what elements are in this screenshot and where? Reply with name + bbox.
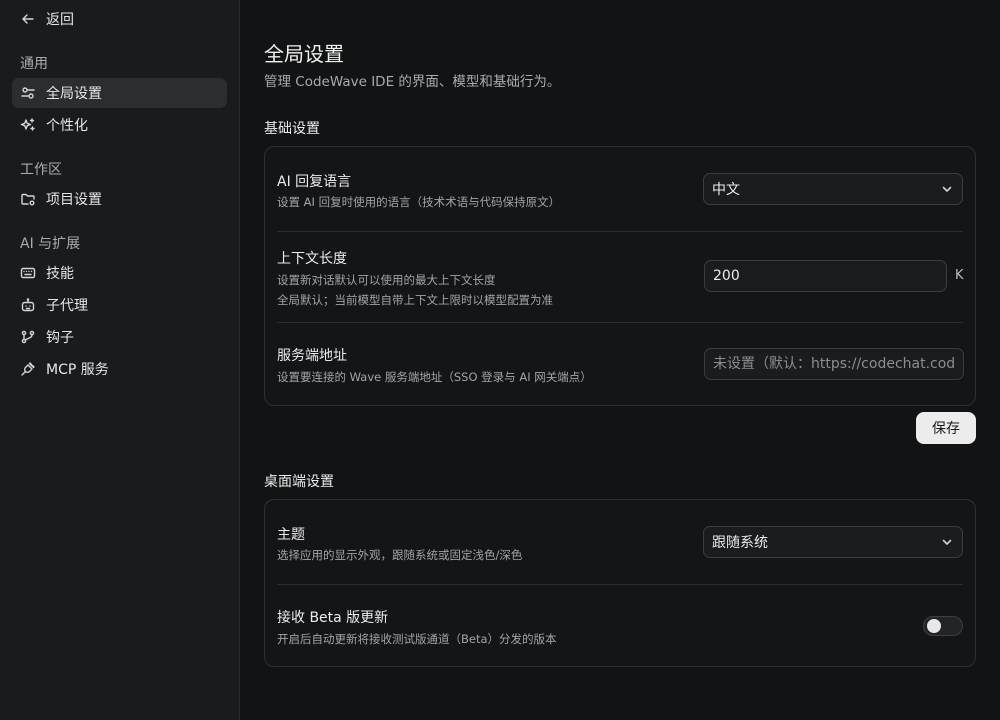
sliders-icon [20,85,36,101]
language-select[interactable]: 中文 [703,173,963,205]
folder-settings-icon [20,191,36,207]
server-address-title: 服务端地址 [277,348,347,364]
language-desc: 设置 AI 回复时使用的语言（技术术语与代码保持原文） [277,195,561,209]
theme-desc: 选择应用的显示外观，跟随系统或固定浅色/深色 [277,548,523,562]
sidebar-item-global-settings[interactable]: 全局设置 [12,78,227,108]
keyboard-icon [20,265,36,281]
context-length-desc: 设置新对话默认可以使用的最大上下文长度 [277,273,496,287]
sidebar-item-label: 技能 [46,266,74,282]
arrow-left-icon [20,11,36,27]
sidebar-item-subagents[interactable]: 子代理 [12,290,227,320]
group-label-general: 通用 [20,56,48,72]
chevron-down-icon [940,182,954,200]
sidebar-item-personalization[interactable]: 个性化 [12,110,227,140]
group-label-ai-extensions: AI 与扩展 [20,236,81,252]
sidebar-item-label: 钩子 [46,330,74,346]
sidebar-item-label: 全局设置 [46,86,102,102]
server-address-row: 服务端地址 设置要连接的 Wave 服务端地址（SSO 登录与 AI 网关端点） [277,322,964,406]
back-label: 返回 [46,12,74,28]
theme-title: 主题 [277,527,305,543]
context-length-title: 上下文长度 [277,251,347,267]
save-button[interactable]: 保存 [916,412,976,444]
beta-updates-title: 接收 Beta 版更新 [277,610,389,626]
sparkles-icon [20,117,36,133]
sidebar-item-skills[interactable]: 技能 [12,258,227,288]
sidebar-item-label: 个性化 [46,118,88,134]
sidebar-item-project-settings[interactable]: 项目设置 [12,184,227,214]
back-button[interactable]: 返回 [20,8,74,30]
sidebar-item-mcp-services[interactable]: MCP 服务 [12,354,227,384]
toggle-knob [927,619,941,633]
theme-select-value: 跟随系统 [712,535,768,551]
page-subtitle: 管理 CodeWave IDE 的界面、模型和基础行为。 [264,74,561,90]
sidebar: 返回 通用 全局设置 个性化 工作区 项目设置 AI 与扩展 技能 子代理 钩子… [0,0,240,720]
context-length-input[interactable] [704,260,947,292]
language-select-value: 中文 [712,182,740,198]
server-address-input[interactable] [704,348,964,380]
beta-updates-toggle[interactable] [923,616,963,636]
basic-settings-card: AI 回复语言 设置 AI 回复时使用的语言（技术术语与代码保持原文） 中文 上… [264,146,976,406]
sidebar-item-label: 子代理 [46,298,88,314]
context-length-unit: K [955,268,964,283]
plug-icon [20,361,36,377]
sidebar-item-label: 项目设置 [46,192,102,208]
beta-updates-desc: 开启后自动更新将接收测试版通道（Beta）分发的版本 [277,632,557,646]
section-title-basic: 基础设置 [264,121,320,137]
desktop-settings-card: 主题 选择应用的显示外观，跟随系统或固定浅色/深色 跟随系统 接收 Beta 版… [264,499,976,667]
beta-updates-row: 接收 Beta 版更新 开启后自动更新将接收测试版通道（Beta）分发的版本 [277,584,963,668]
section-title-desktop: 桌面端设置 [264,474,334,490]
chevron-down-icon [940,535,954,553]
group-label-workspace: 工作区 [20,162,62,178]
language-title: AI 回复语言 [277,174,352,190]
theme-setting-row: 主题 选择应用的显示外观，跟随系统或固定浅色/深色 跟随系统 [277,500,963,584]
theme-select[interactable]: 跟随系统 [703,526,963,558]
robot-icon [20,297,36,313]
context-length-note: 全局默认；当前模型自带上下文上限时以模型配置为准 [277,293,553,307]
server-address-desc: 设置要连接的 Wave 服务端地址（SSO 登录与 AI 网关端点） [277,370,592,384]
sidebar-item-label: MCP 服务 [46,362,109,378]
language-setting-row: AI 回复语言 设置 AI 回复时使用的语言（技术术语与代码保持原文） 中文 [277,147,963,231]
page-title: 全局设置 [264,42,344,66]
sidebar-item-hooks[interactable]: 钩子 [12,322,227,352]
main-content: 全局设置 管理 CodeWave IDE 的界面、模型和基础行为。 基础设置 A… [240,0,1000,720]
context-length-row: 上下文长度 设置新对话默认可以使用的最大上下文长度 全局默认；当前模型自带上下文… [277,231,964,322]
git-branch-icon [20,329,36,345]
